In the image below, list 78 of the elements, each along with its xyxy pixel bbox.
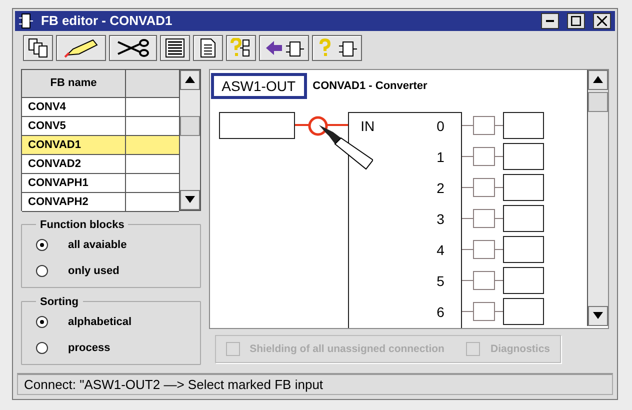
output-port[interactable] bbox=[472, 146, 495, 166]
list-button[interactable] bbox=[160, 34, 190, 60]
help-tree-icon bbox=[230, 38, 252, 58]
target-box[interactable] bbox=[502, 142, 544, 170]
output-port[interactable] bbox=[472, 208, 495, 228]
output-port[interactable] bbox=[472, 270, 495, 290]
pages-button[interactable] bbox=[23, 34, 53, 60]
help-tree-button[interactable] bbox=[226, 34, 256, 60]
document-icon bbox=[200, 38, 216, 58]
table-row[interactable]: CONV5 bbox=[22, 116, 179, 136]
block-title: CONVAD1 - Converter bbox=[312, 80, 428, 92]
column-header[interactable]: FB name bbox=[22, 70, 125, 96]
output-pin-label: 4 bbox=[436, 242, 444, 258]
highlighter-button[interactable] bbox=[56, 34, 106, 60]
block-help-button[interactable] bbox=[312, 34, 362, 60]
window-title: FB editor - CONVAD1 bbox=[41, 13, 174, 28]
maximize-button[interactable] bbox=[567, 12, 585, 29]
radio-button[interactable] bbox=[36, 238, 48, 250]
help-block-icon bbox=[317, 38, 357, 58]
table-row[interactable]: CONVAPH2 bbox=[22, 192, 179, 212]
group-title: Sorting bbox=[39, 296, 80, 308]
radio-label: only used bbox=[68, 264, 120, 276]
table-row[interactable]: CONV4 bbox=[22, 98, 179, 116]
output-port[interactable] bbox=[472, 302, 495, 320]
scissors-icon bbox=[116, 38, 150, 58]
output-port[interactable] bbox=[472, 178, 495, 196]
scroll-up-button[interactable] bbox=[588, 70, 608, 90]
document-button[interactable] bbox=[193, 34, 223, 60]
input-pin-label: IN bbox=[360, 118, 375, 134]
connection-marker-icon bbox=[308, 116, 328, 136]
scrollbar[interactable] bbox=[587, 70, 608, 326]
pages-icon bbox=[28, 38, 48, 58]
output-pin-label: 6 bbox=[436, 304, 444, 320]
group-title: Function blocks bbox=[39, 218, 126, 230]
output-pin-label: 3 bbox=[436, 210, 444, 226]
insert-block-button[interactable] bbox=[259, 34, 309, 60]
radio-label: process bbox=[68, 342, 110, 354]
target-box[interactable] bbox=[502, 174, 544, 200]
radio-button[interactable] bbox=[36, 342, 48, 354]
up-arrow-icon bbox=[593, 76, 603, 83]
cut-button[interactable] bbox=[109, 34, 157, 60]
output-pin-label: 5 bbox=[436, 272, 444, 288]
close-icon bbox=[597, 16, 607, 26]
output-pin-label: 2 bbox=[436, 180, 444, 196]
minimize-button[interactable] bbox=[541, 12, 559, 29]
radio-label: all avaiable bbox=[68, 238, 127, 250]
status-bar: Connect: "ASW1-OUT2 —> Select marked FB input bbox=[17, 372, 613, 395]
minimize-icon bbox=[546, 20, 554, 22]
scrollbar[interactable] bbox=[178, 70, 200, 210]
output-pin-label: 1 bbox=[436, 148, 444, 164]
table-row[interactable]: CONVAD1 bbox=[22, 136, 179, 154]
scroll-thumb[interactable] bbox=[180, 116, 200, 136]
block-icon bbox=[19, 12, 33, 29]
scroll-up-button[interactable] bbox=[180, 70, 200, 90]
output-port[interactable] bbox=[472, 240, 495, 258]
table-row[interactable]: CONVAD2 bbox=[22, 154, 179, 174]
maximize-icon bbox=[571, 16, 581, 26]
target-box[interactable] bbox=[502, 266, 544, 294]
scroll-down-button[interactable] bbox=[588, 306, 608, 326]
source-box[interactable] bbox=[218, 112, 295, 138]
close-button[interactable] bbox=[593, 12, 611, 29]
output-port[interactable] bbox=[472, 116, 495, 134]
target-box[interactable] bbox=[502, 298, 544, 324]
scroll-down-button[interactable] bbox=[180, 190, 200, 210]
target-box[interactable] bbox=[502, 204, 544, 232]
target-box[interactable] bbox=[502, 112, 544, 138]
table-row[interactable]: CONVAPH1 bbox=[22, 174, 179, 192]
scroll-thumb[interactable] bbox=[588, 92, 608, 112]
source-label[interactable]: ASW1-OUT bbox=[210, 72, 307, 98]
list-icon bbox=[165, 38, 185, 58]
output-pin-label: 0 bbox=[436, 118, 444, 134]
radio-button[interactable] bbox=[36, 316, 48, 328]
down-arrow-icon bbox=[593, 312, 603, 319]
radio-label: alphabetical bbox=[68, 316, 132, 328]
radio-button[interactable] bbox=[36, 264, 48, 276]
down-arrow-icon bbox=[184, 196, 195, 203]
up-arrow-icon bbox=[184, 76, 195, 83]
target-box[interactable] bbox=[502, 236, 544, 262]
